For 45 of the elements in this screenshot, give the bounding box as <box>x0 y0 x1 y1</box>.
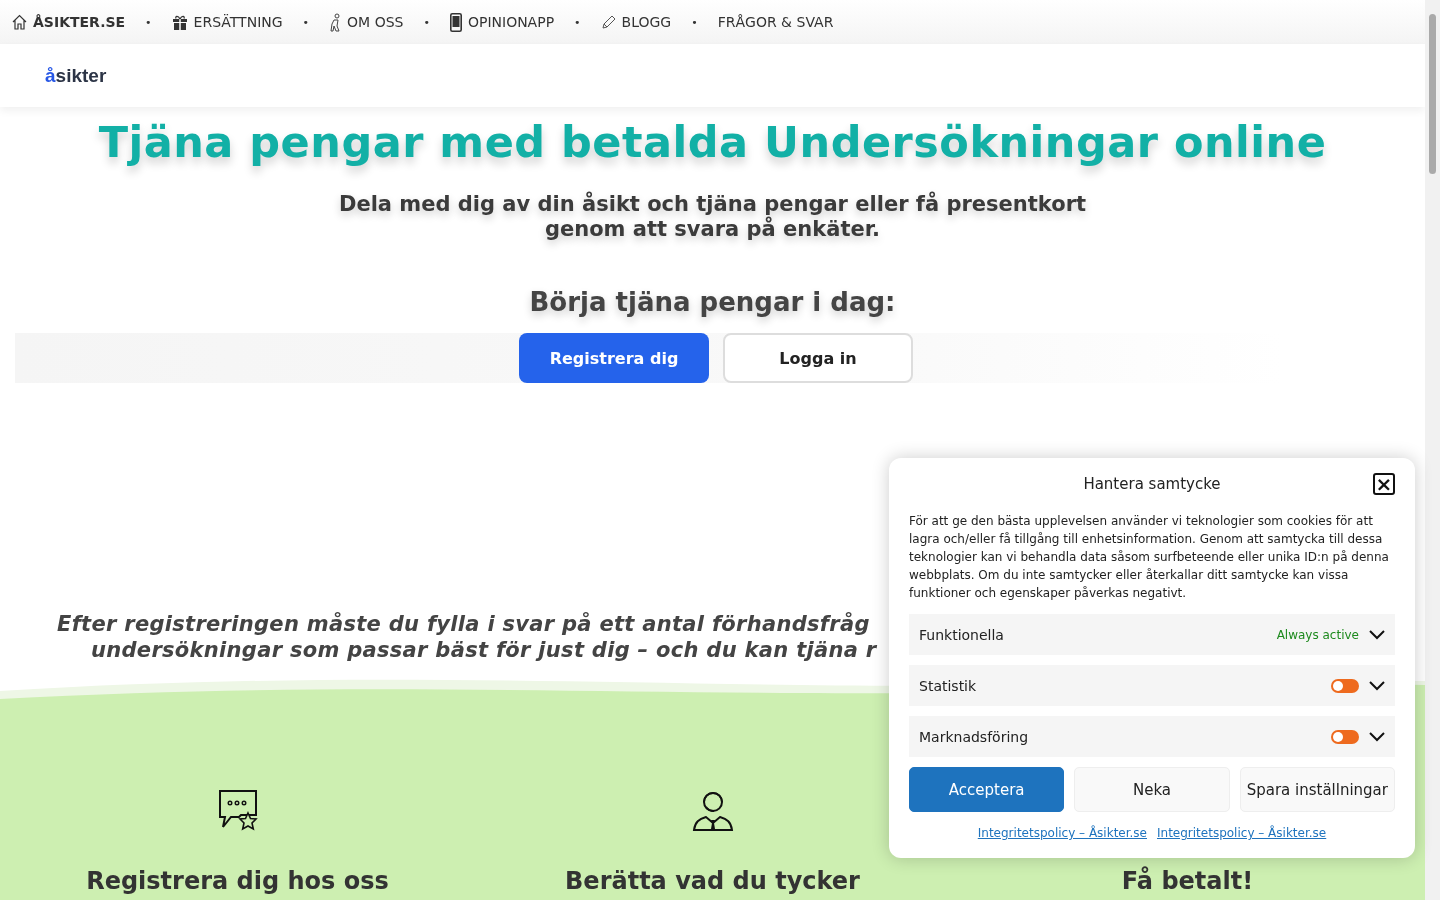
consent-category[interactable]: Marknadsföring <box>909 716 1395 757</box>
step-heading: Berätta vad du tycker <box>565 867 860 895</box>
register-button[interactable]: Registrera dig <box>519 333 709 383</box>
accept-button[interactable]: Acceptera <box>909 767 1065 812</box>
site-logo[interactable]: åsikter <box>45 64 107 87</box>
privacy-policy-link[interactable]: Integritetspolicy – Åsikter.se <box>1157 826 1327 840</box>
nav-link[interactable]: FRÅGOR & SVAR <box>717 14 834 30</box>
consent-category[interactable]: Funktionella Always active <box>909 614 1395 655</box>
toggle-switch[interactable] <box>1331 729 1359 744</box>
chat-star-icon <box>216 789 259 831</box>
status-label: Always active <box>1276 627 1359 642</box>
consent-category[interactable]: Statistik <box>909 665 1395 706</box>
nav-separator: • <box>302 15 310 29</box>
cta-heading: Börja tjäna pengar i dag: <box>529 287 896 317</box>
privacy-policy-link[interactable]: Integritetspolicy – Åsikter.se <box>977 826 1147 840</box>
chevron-icon[interactable] <box>1369 731 1385 742</box>
login-button[interactable]: Logga in <box>723 333 913 383</box>
nav-separator: • <box>145 15 152 29</box>
hero-subtitle: Dela med dig av din åsikt och tjäna pengar eller få presentkort genom att svara på enkäter. <box>337 192 1088 242</box>
nav-separator: • <box>691 15 698 29</box>
chevron-icon[interactable] <box>1369 629 1385 640</box>
pencil-icon <box>600 14 616 30</box>
nav-link[interactable]: ÅSIKTER.SE <box>12 14 126 30</box>
save-settings-button[interactable]: Spara inställningar <box>1239 767 1395 812</box>
nav-separator: • <box>574 15 581 29</box>
person-icon <box>329 12 342 32</box>
nav-link[interactable]: OM OSS <box>329 12 404 32</box>
close-button[interactable]: × <box>1373 473 1395 495</box>
gift-icon <box>171 14 188 30</box>
nav-link[interactable]: ERSÄTTNING <box>171 14 283 30</box>
step-heading: Få betalt! <box>1121 867 1254 895</box>
nav-link[interactable]: OPINIONAPP <box>449 12 555 32</box>
nav-link[interactable]: BLOGG <box>600 14 672 30</box>
intro-text: undersökningar som passar bäst för just dig – och du kan tjäna r <box>91 637 877 663</box>
deny-button[interactable]: Neka <box>1074 767 1230 812</box>
chevron-icon[interactable] <box>1369 680 1385 691</box>
home-icon <box>12 14 27 30</box>
hero-title: Tjäna pengar med betalda Undersökningar online <box>98 117 1327 167</box>
phone-icon <box>449 12 462 32</box>
intro-text: Efter registreringen måste du fylla i svar på ett antal förhandsfråg <box>57 611 870 637</box>
dialog-title: Hantera samtycke <box>1083 475 1221 493</box>
nav-separator: • <box>423 15 430 29</box>
consent-text: För att ge den bästa upplevelsen använder vi teknologier som cookies för att lagra och/eller få tillgång till enhetsinformation. Genom att samtycka till dessa teknologier kan vi behandla data såsom surfbeteende eller unika ID:n på denna webbplats. Om du inte samtycker eller återkallar ditt samtycke kan vissa funktioner och egenskaper påverkas negativt. <box>909 513 1390 602</box>
toggle-switch[interactable] <box>1331 678 1359 693</box>
step-heading: Registrera dig hos oss <box>86 867 389 895</box>
